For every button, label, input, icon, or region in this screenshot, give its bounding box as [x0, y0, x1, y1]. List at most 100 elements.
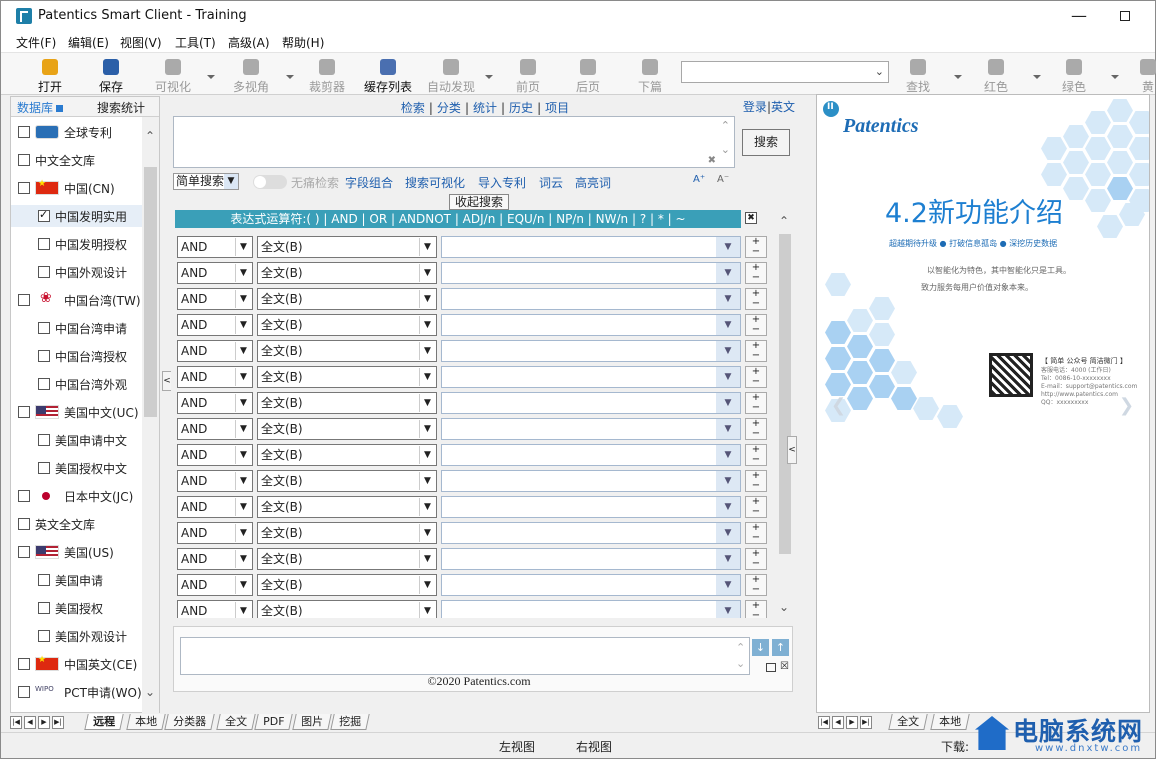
tree-node[interactable]: 中国台湾授权	[38, 345, 127, 367]
operator-select[interactable]: AND ▼	[177, 522, 253, 544]
scroll-thumb[interactable]	[144, 167, 157, 417]
tab-search-stats[interactable]: 搜索统计	[97, 99, 145, 116]
clear-icon[interactable]: ✖	[708, 155, 716, 166]
left-scrollbar[interactable]: ⌃ ⌄	[142, 117, 159, 714]
operator-select[interactable]: AND ▼	[177, 314, 253, 336]
tree-node[interactable]: 英文全文库	[18, 513, 95, 535]
font-increase-button[interactable]: A⁺	[693, 174, 705, 185]
search-tab[interactable]: 项目	[545, 101, 569, 115]
search-tab[interactable]: 检索	[401, 101, 425, 115]
field-select[interactable]: 全文(B) ▼	[257, 366, 437, 388]
sheet-nav-button[interactable]: ▶	[38, 716, 50, 729]
checkbox[interactable]	[18, 182, 30, 194]
add-remove-row-button[interactable]: + −	[745, 340, 767, 362]
login-link[interactable]: 登录	[743, 100, 767, 114]
term-input[interactable]: ▼	[441, 288, 741, 310]
field-select[interactable]: 全文(B) ▼	[257, 314, 437, 336]
close-icon[interactable]: ✖	[745, 212, 757, 224]
operator-select[interactable]: AND ▼	[177, 236, 253, 258]
field-select[interactable]: 全文(B) ▼	[257, 600, 437, 618]
checkbox[interactable]	[18, 518, 30, 530]
field-select[interactable]: 全文(B) ▼	[257, 444, 437, 466]
add-remove-row-button[interactable]: + −	[745, 262, 767, 284]
chevron-down-icon[interactable]: ▼	[716, 575, 740, 595]
add-remove-row-button[interactable]: + −	[745, 470, 767, 492]
field-select[interactable]: 全文(B) ▼	[257, 262, 437, 284]
sheet-nav-button[interactable]: ◀	[24, 716, 36, 729]
operator-select[interactable]: AND ▼	[177, 392, 253, 414]
checkbox[interactable]	[38, 378, 50, 390]
tree-node[interactable]: 中文全文库	[18, 149, 95, 171]
toolbar-button[interactable]: 自动发现	[422, 57, 480, 95]
term-input[interactable]: ▼	[441, 366, 741, 388]
checkbox[interactable]	[18, 126, 30, 138]
chevron-down-icon[interactable]: ▼	[716, 419, 740, 439]
chevron-down-icon[interactable]: ▼	[716, 289, 740, 309]
checkbox[interactable]	[38, 350, 50, 362]
tree-node[interactable]: 全球专利	[18, 121, 112, 143]
menu-item[interactable]: 文件(F)	[16, 34, 56, 51]
operator-select[interactable]: AND ▼	[177, 548, 253, 570]
chevron-down-icon[interactable]: ▼	[716, 341, 740, 361]
checkbox[interactable]	[38, 434, 50, 446]
chevron-down-icon[interactable]: ▼	[716, 367, 740, 387]
toolbar-button[interactable]: 可视化	[144, 57, 202, 95]
add-remove-row-button[interactable]: + −	[745, 548, 767, 570]
add-remove-row-button[interactable]: + −	[745, 392, 767, 414]
term-input[interactable]: ▼	[441, 262, 741, 284]
field-select[interactable]: 全文(B) ▼	[257, 548, 437, 570]
tree-node[interactable]: WIPO PCT申请(WO)	[18, 681, 142, 703]
term-input[interactable]: ▼	[441, 418, 741, 440]
restore-icon[interactable]	[766, 663, 776, 672]
checkbox[interactable]	[18, 490, 30, 502]
field-select[interactable]: 全文(B) ▼	[257, 392, 437, 414]
sheet-nav-button[interactable]: |◀	[818, 716, 830, 729]
term-input[interactable]: ▼	[441, 340, 741, 362]
checkbox[interactable]	[38, 462, 50, 474]
sheet-tab[interactable]: 远程	[84, 714, 124, 730]
scroll-up-icon[interactable]: ⌃	[736, 641, 745, 654]
tree-node[interactable]: 美国申请中文	[38, 429, 127, 451]
operator-select[interactable]: AND ▼	[177, 574, 253, 596]
checkbox[interactable]	[18, 546, 30, 558]
toolbar-button[interactable]: 黄	[1119, 57, 1156, 95]
checkbox[interactable]	[38, 238, 50, 250]
arrow-down-icon[interactable]: ↓	[752, 639, 769, 656]
right-splitter-toggle[interactable]: <	[787, 436, 797, 464]
left-view-label[interactable]: 左视图	[499, 738, 535, 755]
add-remove-row-button[interactable]: + −	[745, 600, 767, 618]
menu-item[interactable]: 工具(T)	[175, 34, 216, 51]
term-input[interactable]: ▼	[441, 574, 741, 596]
field-select[interactable]: 全文(B) ▼	[257, 288, 437, 310]
maximize-button[interactable]	[1102, 1, 1148, 32]
toolbar-button[interactable]: 打开	[21, 57, 79, 95]
toolbar-button[interactable]: 前页	[499, 57, 557, 95]
sheet-nav-button[interactable]: ▶|	[52, 716, 64, 729]
operator-select[interactable]: AND ▼	[177, 418, 253, 440]
tree-node[interactable]: 美国授权	[38, 597, 103, 619]
search-visualize-link[interactable]: 搜索可视化	[405, 174, 465, 191]
operator-select[interactable]: AND ▼	[177, 496, 253, 518]
field-select[interactable]: 全文(B) ▼	[257, 470, 437, 492]
chevron-down-icon[interactable]: ▼	[716, 601, 740, 618]
operator-select[interactable]: AND ▼	[177, 470, 253, 492]
close-icon[interactable]: ☒	[780, 661, 789, 672]
tree-node[interactable]: 中国台湾外观	[38, 373, 127, 395]
sheet-nav-button[interactable]: ▶	[846, 716, 858, 729]
toolbar-button[interactable]: 缓存列表	[359, 57, 417, 95]
checkbox[interactable]	[38, 574, 50, 586]
search-button[interactable]: 搜索	[742, 129, 790, 156]
scroll-down-icon[interactable]: ⌄	[736, 657, 745, 670]
operator-select[interactable]: AND ▼	[177, 366, 253, 388]
chevron-down-icon[interactable]: ▼	[716, 315, 740, 335]
add-remove-row-button[interactable]: + −	[745, 366, 767, 388]
field-select[interactable]: 全文(B) ▼	[257, 340, 437, 362]
scroll-up-icon[interactable]: ⌃	[721, 119, 730, 132]
search-tab[interactable]: 分类	[437, 101, 461, 115]
checkbox[interactable]	[38, 322, 50, 334]
arrow-up-icon[interactable]: ↑	[772, 639, 789, 656]
chevron-down-icon[interactable]: ▼	[716, 263, 740, 283]
checkbox[interactable]	[18, 294, 30, 306]
chevron-down-icon[interactable]: ▼	[716, 237, 740, 257]
sheet-tab[interactable]: 全文	[888, 714, 928, 730]
